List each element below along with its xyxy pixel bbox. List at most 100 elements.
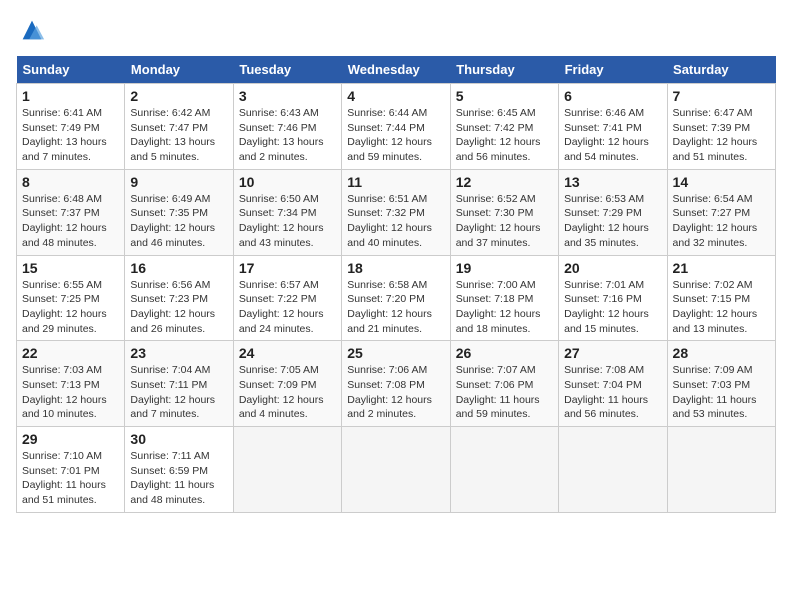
calendar-cell: 12 Sunrise: 6:52 AMSunset: 7:30 PMDayligh… [450, 169, 558, 255]
calendar-cell: 27 Sunrise: 7:08 AMSunset: 7:04 PMDayligh… [559, 341, 667, 427]
day-info: Sunrise: 6:46 AMSunset: 7:41 PMDaylight:… [564, 106, 661, 165]
calendar-cell: 2 Sunrise: 6:42 AMSunset: 7:47 PMDaylight… [125, 84, 233, 170]
calendar-cell: 23Sunrise: 7:04 AMSunset: 7:11 PMDayligh… [125, 341, 233, 427]
calendar-cell: 14Sunrise: 6:54 AMSunset: 7:27 PMDayligh… [667, 169, 775, 255]
day-info: Sunrise: 6:41 AMSunset: 7:49 PMDaylight:… [22, 106, 119, 165]
day-info: Sunrise: 6:48 AMSunset: 7:37 PMDaylight:… [22, 192, 119, 251]
col-header-friday: Friday [559, 56, 667, 84]
calendar-cell: 3 Sunrise: 6:43 AMSunset: 7:46 PMDaylight… [233, 84, 341, 170]
day-info: Sunrise: 7:11 AMSunset: 6:59 PMDaylight:… [130, 449, 227, 508]
day-info: Sunrise: 6:56 AMSunset: 7:23 PMDaylight:… [130, 278, 227, 337]
calendar-cell: 7 Sunrise: 6:47 AMSunset: 7:39 PMDaylight… [667, 84, 775, 170]
week-row-4: 22Sunrise: 7:03 AMSunset: 7:13 PMDayligh… [17, 341, 776, 427]
col-header-saturday: Saturday [667, 56, 775, 84]
calendar-cell: 10 Sunrise: 6:50 AMSunset: 7:34 PMDayligh… [233, 169, 341, 255]
day-number: 27 [564, 345, 661, 361]
day-number: 14 [673, 174, 770, 190]
day-number: 11 [347, 174, 444, 190]
calendar-cell [450, 427, 558, 513]
day-number: 24 [239, 345, 336, 361]
day-number: 2 [130, 88, 227, 104]
page-header [16, 16, 776, 44]
day-number: 20 [564, 260, 661, 276]
day-info: Sunrise: 6:57 AMSunset: 7:22 PMDaylight:… [239, 278, 336, 337]
week-row-1: 1 Sunrise: 6:41 AMSunset: 7:49 PMDaylight… [17, 84, 776, 170]
calendar-header-row: SundayMondayTuesdayWednesdayThursdayFrid… [17, 56, 776, 84]
day-number: 19 [456, 260, 553, 276]
day-number: 4 [347, 88, 444, 104]
calendar-cell: 6 Sunrise: 6:46 AMSunset: 7:41 PMDaylight… [559, 84, 667, 170]
day-info: Sunrise: 6:47 AMSunset: 7:39 PMDaylight:… [673, 106, 770, 165]
day-info: Sunrise: 6:42 AMSunset: 7:47 PMDaylight:… [130, 106, 227, 165]
col-header-tuesday: Tuesday [233, 56, 341, 84]
week-row-5: 29 Sunrise: 7:10 AMSunset: 7:01 PMDayligh… [17, 427, 776, 513]
col-header-sunday: Sunday [17, 56, 125, 84]
day-number: 21 [673, 260, 770, 276]
day-number: 18 [347, 260, 444, 276]
day-info: Sunrise: 6:51 AMSunset: 7:32 PMDaylight:… [347, 192, 444, 251]
day-number: 6 [564, 88, 661, 104]
calendar-cell: 29 Sunrise: 7:10 AMSunset: 7:01 PMDayligh… [17, 427, 125, 513]
day-number: 15 [22, 260, 119, 276]
day-number: 5 [456, 88, 553, 104]
calendar-cell: 15 Sunrise: 6:55 AMSunset: 7:25 PMDayligh… [17, 255, 125, 341]
day-info: Sunrise: 7:10 AMSunset: 7:01 PMDaylight:… [22, 449, 119, 508]
logo [16, 16, 46, 44]
day-info: Sunrise: 6:45 AMSunset: 7:42 PMDaylight:… [456, 106, 553, 165]
day-number: 25 [347, 345, 444, 361]
day-number: 16 [130, 260, 227, 276]
day-number: 22 [22, 345, 119, 361]
day-number: 17 [239, 260, 336, 276]
day-info: Sunrise: 7:06 AMSunset: 7:08 PMDaylight:… [347, 363, 444, 422]
calendar-cell: 8Sunrise: 6:48 AMSunset: 7:37 PMDaylight… [17, 169, 125, 255]
day-info: Sunrise: 6:52 AMSunset: 7:30 PMDaylight:… [456, 192, 553, 251]
day-number: 28 [673, 345, 770, 361]
calendar-table: SundayMondayTuesdayWednesdayThursdayFrid… [16, 56, 776, 513]
calendar-cell: 13 Sunrise: 6:53 AMSunset: 7:29 PMDayligh… [559, 169, 667, 255]
calendar-cell: 28 Sunrise: 7:09 AMSunset: 7:03 PMDayligh… [667, 341, 775, 427]
calendar-cell: 22Sunrise: 7:03 AMSunset: 7:13 PMDayligh… [17, 341, 125, 427]
day-info: Sunrise: 7:08 AMSunset: 7:04 PMDaylight:… [564, 363, 661, 422]
calendar-cell: 18 Sunrise: 6:58 AMSunset: 7:20 PMDayligh… [342, 255, 450, 341]
day-number: 7 [673, 88, 770, 104]
week-row-3: 15 Sunrise: 6:55 AMSunset: 7:25 PMDayligh… [17, 255, 776, 341]
week-row-2: 8Sunrise: 6:48 AMSunset: 7:37 PMDaylight… [17, 169, 776, 255]
calendar-cell: 26 Sunrise: 7:07 AMSunset: 7:06 PMDayligh… [450, 341, 558, 427]
day-info: Sunrise: 7:07 AMSunset: 7:06 PMDaylight:… [456, 363, 553, 422]
day-number: 30 [130, 431, 227, 447]
calendar-cell: 17 Sunrise: 6:57 AMSunset: 7:22 PMDayligh… [233, 255, 341, 341]
calendar-cell: 4Sunrise: 6:44 AMSunset: 7:44 PMDaylight… [342, 84, 450, 170]
day-info: Sunrise: 7:04 AMSunset: 7:11 PMDaylight:… [130, 363, 227, 422]
logo-text [16, 19, 46, 39]
day-number: 13 [564, 174, 661, 190]
day-number: 26 [456, 345, 553, 361]
calendar-cell: 5 Sunrise: 6:45 AMSunset: 7:42 PMDaylight… [450, 84, 558, 170]
day-number: 1 [22, 88, 119, 104]
calendar-cell: 16 Sunrise: 6:56 AMSunset: 7:23 PMDayligh… [125, 255, 233, 341]
day-info: Sunrise: 6:55 AMSunset: 7:25 PMDaylight:… [22, 278, 119, 337]
calendar-cell [667, 427, 775, 513]
calendar-cell [559, 427, 667, 513]
day-info: Sunrise: 6:50 AMSunset: 7:34 PMDaylight:… [239, 192, 336, 251]
day-number: 12 [456, 174, 553, 190]
day-number: 10 [239, 174, 336, 190]
calendar-cell: 24 Sunrise: 7:05 AMSunset: 7:09 PMDayligh… [233, 341, 341, 427]
calendar-cell: 20Sunrise: 7:01 AMSunset: 7:16 PMDayligh… [559, 255, 667, 341]
calendar-cell: 21 Sunrise: 7:02 AMSunset: 7:15 PMDayligh… [667, 255, 775, 341]
day-info: Sunrise: 7:09 AMSunset: 7:03 PMDaylight:… [673, 363, 770, 422]
day-number: 29 [22, 431, 119, 447]
col-header-monday: Monday [125, 56, 233, 84]
day-info: Sunrise: 7:05 AMSunset: 7:09 PMDaylight:… [239, 363, 336, 422]
day-info: Sunrise: 7:02 AMSunset: 7:15 PMDaylight:… [673, 278, 770, 337]
calendar-cell: 25 Sunrise: 7:06 AMSunset: 7:08 PMDayligh… [342, 341, 450, 427]
day-number: 3 [239, 88, 336, 104]
calendar-cell: 11 Sunrise: 6:51 AMSunset: 7:32 PMDayligh… [342, 169, 450, 255]
col-header-thursday: Thursday [450, 56, 558, 84]
day-info: Sunrise: 6:49 AMSunset: 7:35 PMDaylight:… [130, 192, 227, 251]
day-info: Sunrise: 6:53 AMSunset: 7:29 PMDaylight:… [564, 192, 661, 251]
day-info: Sunrise: 6:58 AMSunset: 7:20 PMDaylight:… [347, 278, 444, 337]
day-info: Sunrise: 6:43 AMSunset: 7:46 PMDaylight:… [239, 106, 336, 165]
day-info: Sunrise: 7:00 AMSunset: 7:18 PMDaylight:… [456, 278, 553, 337]
calendar-cell [342, 427, 450, 513]
calendar-cell: 9Sunrise: 6:49 AMSunset: 7:35 PMDaylight… [125, 169, 233, 255]
